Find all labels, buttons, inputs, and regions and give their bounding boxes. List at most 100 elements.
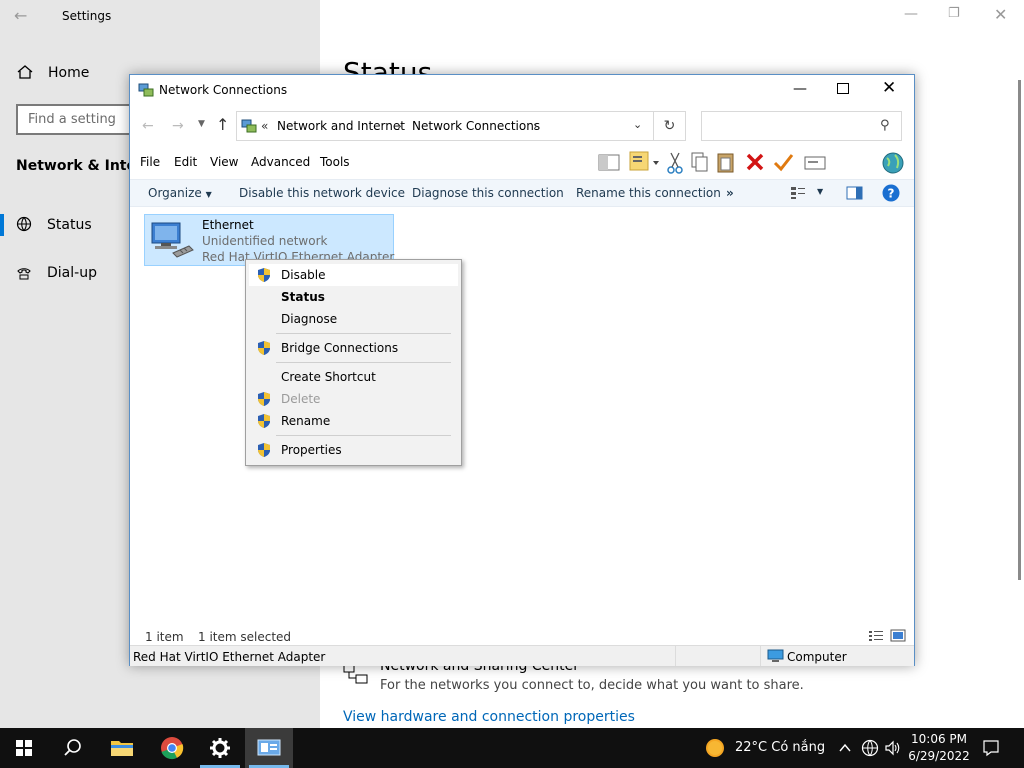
computer-icon: [767, 649, 784, 662]
help-icon[interactable]: ?: [882, 184, 900, 202]
menu-item-diagnose[interactable]: Diagnose: [249, 308, 458, 330]
uac-shield-icon: [258, 341, 270, 355]
speaker-volume-icon[interactable]: [884, 739, 902, 757]
menu-item-status[interactable]: Status: [249, 286, 458, 308]
properties-icon[interactable]: [804, 156, 826, 170]
recent-locations-icon[interactable]: ▼: [198, 119, 205, 129]
svg-text:?: ?: [888, 187, 895, 201]
view-mode-buttons: [869, 629, 906, 642]
address-dropdown-icon[interactable]: ⌄: [633, 118, 642, 131]
close-button[interactable]: ✕: [882, 78, 896, 98]
breadcrumb-network-and-internet[interactable]: Network and Internet: [277, 119, 405, 133]
refresh-button[interactable]: ↻: [654, 111, 686, 141]
breadcrumb-chevron-icon[interactable]: ›: [533, 119, 538, 133]
maximize-button[interactable]: [837, 83, 849, 94]
search-input[interactable]: ⚲: [701, 111, 902, 141]
notifications-icon[interactable]: [982, 739, 1000, 757]
ethernet-adapter-icon: [151, 222, 194, 258]
menu-separator: [276, 435, 451, 436]
hardware-properties-link[interactable]: View hardware and connection properties: [343, 709, 635, 725]
folder-options-icon[interactable]: [629, 151, 649, 171]
clock-date[interactable]: 6/29/2022: [906, 749, 972, 763]
breadcrumb-network-connections[interactable]: Network Connections: [412, 119, 540, 133]
chrome-icon[interactable]: [148, 728, 196, 768]
large-icons-view-icon[interactable]: [890, 629, 906, 642]
preview-pane-toggle-icon[interactable]: [846, 186, 863, 200]
menu-item-label: Disable: [281, 268, 326, 282]
sun-weather-icon[interactable]: [705, 738, 725, 758]
address-bar[interactable]: « Network and Internet › Network Connect…: [236, 111, 654, 141]
network-globe-icon[interactable]: [861, 739, 879, 757]
more-commands-button[interactable]: »: [726, 186, 734, 200]
menu-item-create-shortcut[interactable]: Create Shortcut: [249, 366, 458, 388]
cut-icon[interactable]: [667, 152, 683, 174]
details-view-icon[interactable]: [869, 631, 883, 641]
home-nav-link[interactable]: Home: [48, 65, 89, 81]
disable-device-button[interactable]: Disable this network device: [239, 186, 405, 200]
menu-view[interactable]: View: [210, 155, 238, 169]
back-arrow-icon[interactable]: ←: [142, 118, 154, 134]
menu-item-properties[interactable]: Properties: [249, 439, 458, 461]
rename-connection-button[interactable]: Rename this connection: [576, 186, 721, 200]
search-icon[interactable]: [48, 728, 96, 768]
breadcrumb-overflow[interactable]: «: [261, 119, 268, 133]
sidebar-item-status[interactable]: Status: [47, 217, 92, 233]
preview-pane-icon[interactable]: [598, 154, 620, 171]
checkmark-icon[interactable]: [773, 154, 794, 172]
paste-icon[interactable]: [717, 153, 734, 173]
view-options-dropdown-icon[interactable]: ▼: [817, 187, 823, 196]
menu-item-rename[interactable]: Rename: [249, 410, 458, 432]
chevron-down-icon: ▼: [205, 190, 212, 199]
globe-network-icon[interactable]: [882, 152, 904, 174]
restore-icon[interactable]: ❐: [948, 6, 960, 21]
minimize-icon[interactable]: —: [904, 6, 918, 22]
forward-arrow-icon[interactable]: →: [172, 118, 184, 134]
navigation-bar: ← → ▼ ↑ « Network and Internet › Network…: [130, 105, 914, 147]
selection-count: 1 item selected: [198, 630, 292, 644]
copy-icon[interactable]: [691, 152, 708, 172]
back-arrow-icon[interactable]: ←: [14, 6, 34, 26]
organize-button[interactable]: Organize ▼: [148, 186, 212, 200]
search-icon: ⚲: [880, 118, 890, 133]
menu-tools[interactable]: Tools: [320, 155, 350, 169]
settings-gear-icon[interactable]: [196, 728, 244, 768]
status-bar: 1 item 1 item selected: [130, 625, 914, 647]
menu-file[interactable]: File: [140, 155, 160, 169]
dropdown-arrow-icon[interactable]: [653, 161, 659, 165]
network-connections-taskbar-icon[interactable]: [245, 728, 293, 768]
breadcrumb-chevron-icon[interactable]: ›: [397, 119, 402, 133]
find-setting-input[interactable]: Find a setting: [16, 104, 136, 135]
diagnose-connection-button[interactable]: Diagnose this connection: [412, 186, 564, 200]
weather-text[interactable]: 22°C Có nắng: [735, 740, 825, 755]
windows-start-icon[interactable]: [0, 728, 48, 768]
file-explorer-icon[interactable]: [98, 728, 146, 768]
details-location: Computer: [787, 650, 847, 664]
details-divider: [675, 646, 676, 666]
change-view-icon[interactable]: [790, 186, 806, 200]
sidebar-item-dial-up[interactable]: Dial-up: [47, 265, 97, 281]
clock-time[interactable]: 10:06 PM: [906, 732, 972, 746]
taskbar: 22°C Có nắng 10:06 PM 6/29/2022: [0, 728, 1024, 768]
connection-status: Unidentified network: [202, 234, 328, 248]
menu-item-delete: Delete: [249, 388, 458, 410]
home-icon[interactable]: [17, 64, 33, 80]
menu-edit[interactable]: Edit: [174, 155, 197, 169]
title-bar[interactable]: Network Connections — ✕: [130, 75, 914, 105]
details-adapter: Red Hat VirtIO Ethernet Adapter: [133, 650, 326, 664]
minimize-button[interactable]: —: [790, 81, 810, 97]
delete-icon[interactable]: [746, 153, 764, 171]
menu-separator: [276, 333, 451, 334]
refresh-icon: ↻: [663, 118, 676, 134]
close-icon[interactable]: ✕: [994, 5, 1007, 24]
up-arrow-icon[interactable]: ↑: [216, 115, 229, 134]
network-connections-icon: [241, 119, 257, 133]
menu-item-bridge-connections[interactable]: Bridge Connections: [249, 337, 458, 359]
settings-title: Settings: [62, 9, 112, 23]
show-hidden-icons-chevron-icon[interactable]: [838, 741, 852, 755]
menu-advanced[interactable]: Advanced: [251, 155, 310, 169]
menu-item-label: Diagnose: [281, 312, 338, 326]
scrollbar[interactable]: [1018, 80, 1021, 580]
context-menu: Disable Status Diagnose Bridge Connectio…: [245, 259, 462, 466]
uac-shield-icon: [258, 414, 270, 428]
menu-item-disable[interactable]: Disable: [249, 264, 458, 286]
